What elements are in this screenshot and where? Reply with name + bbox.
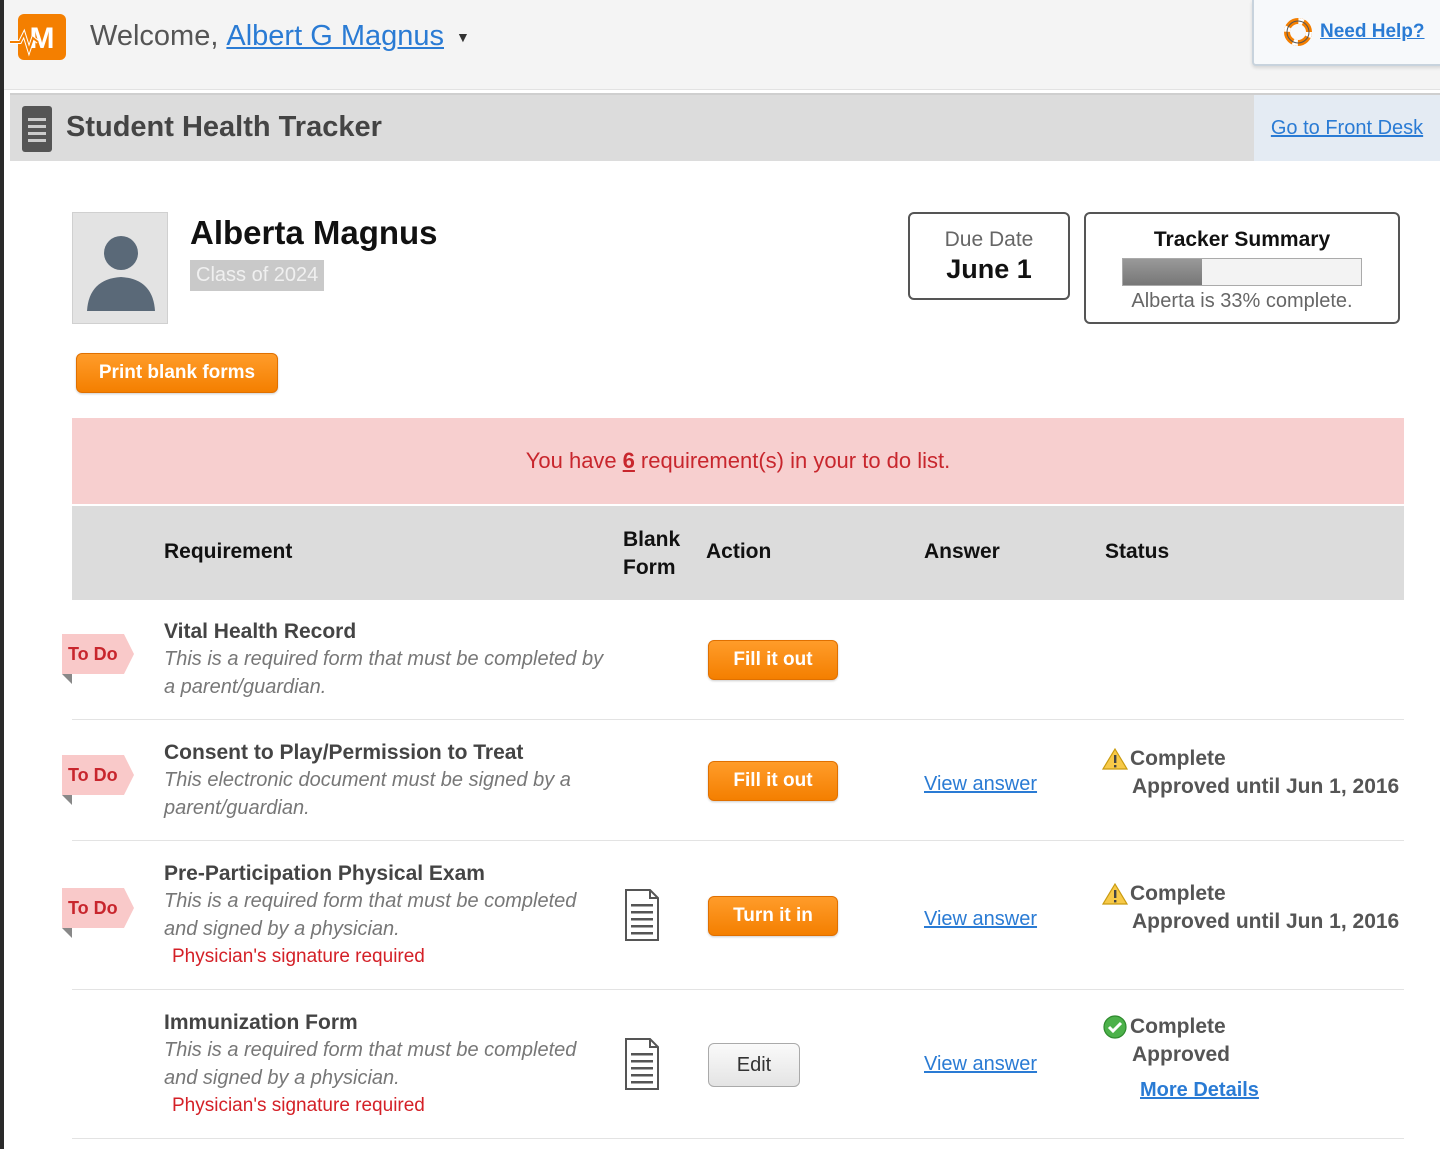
caret-down-icon[interactable]: ▼ xyxy=(456,29,470,45)
todo-alert-banner: You have 6 requirement(s) in your to do … xyxy=(72,418,1404,504)
requirement-description: This is a required form that must be com… xyxy=(164,1039,577,1089)
front-desk-link[interactable]: Go to Front Desk xyxy=(1271,117,1423,140)
need-help-link[interactable]: Need Help? xyxy=(1320,21,1425,43)
table-row: To Do Pre-Participation Physical Exam Th… xyxy=(62,842,1404,990)
view-answer-link[interactable]: View answer xyxy=(924,908,1037,931)
brand-logo-icon[interactable]: M xyxy=(10,12,68,64)
col-requirement: Requirement xyxy=(164,540,293,563)
col-blank-form-line1: Blank xyxy=(623,528,681,551)
alert-count[interactable]: 6 xyxy=(623,448,635,474)
signature-required-note: Physician's signature required xyxy=(172,1095,425,1116)
alert-suffix: requirement(s) in your to do list. xyxy=(640,448,951,473)
approval-text: Approved until Jun 1, 2016 xyxy=(1132,910,1400,933)
col-status: Status xyxy=(1105,540,1170,563)
progress-fill xyxy=(1123,259,1202,285)
requirement-description: This electronic document must be signed … xyxy=(164,769,571,819)
print-blank-forms-button[interactable]: Print blank forms xyxy=(76,353,278,393)
requirement-description: This is a required form that must be com… xyxy=(164,890,577,940)
user-menu-link[interactable]: Albert G Magnus xyxy=(226,20,444,53)
progress-text: Alberta is 33% complete. xyxy=(1131,290,1353,312)
table-row: To Do Consent to Play/Permission to Trea… xyxy=(62,721,1404,841)
warning-icon xyxy=(1102,747,1128,770)
tracker-summary-label: Tracker Summary xyxy=(1153,228,1331,251)
due-date-box: Due Date June 1 xyxy=(908,212,1070,300)
status-cell: Complete Approved until Jun 1, 2016 xyxy=(1102,880,1399,936)
requirement-title: Immunization Form xyxy=(164,1011,358,1034)
view-answer-link[interactable]: View answer xyxy=(924,1053,1037,1076)
blank-form-icon[interactable] xyxy=(624,888,660,942)
col-action: Action xyxy=(706,540,772,563)
status-cell: Complete Approved xyxy=(1102,1013,1230,1069)
app-window: M Welcome, Albert G Magnus ▼ Need Help? xyxy=(4,0,1440,1149)
alert-prefix: You have xyxy=(525,448,617,473)
due-date-label: Due Date xyxy=(944,228,1034,251)
class-badge: Class of 2024 xyxy=(190,260,325,291)
todo-tag: To Do xyxy=(62,888,134,938)
front-desk-panel: Go to Front Desk xyxy=(1254,95,1440,161)
welcome-prefix: Welcome, xyxy=(90,20,219,52)
requirements-table-header: Requirement Blank Form Action Answer Sta… xyxy=(72,506,1404,600)
fill-it-out-button[interactable]: Fill it out xyxy=(708,640,838,680)
requirement-title: Pre-Participation Physical Exam xyxy=(164,862,485,885)
user-silhouette-icon xyxy=(87,236,155,311)
fill-it-out-button[interactable]: Fill it out xyxy=(708,761,838,801)
requirement-description: This is a required form that must be com… xyxy=(164,648,604,698)
view-answer-link[interactable]: View answer xyxy=(924,773,1037,796)
status-text: Complete xyxy=(1130,882,1226,905)
signature-required-note: Physician's signature required xyxy=(172,946,425,967)
requirement-title: Vital Health Record xyxy=(164,620,357,643)
lifebuoy-icon xyxy=(1284,18,1312,46)
todo-tag: To Do xyxy=(62,755,134,805)
edit-button[interactable]: Edit xyxy=(708,1043,800,1087)
check-circle-icon xyxy=(1103,1015,1127,1039)
more-details-link[interactable]: More Details xyxy=(1140,1079,1259,1102)
todo-tag: To Do xyxy=(62,634,134,684)
blank-form-icon[interactable] xyxy=(624,1037,660,1091)
student-name: Alberta Magnus xyxy=(190,214,438,251)
page-title: Student Health Tracker xyxy=(66,111,382,143)
col-blank-form-line2: Form xyxy=(623,556,676,579)
welcome-message: Welcome, Albert G Magnus ▼ xyxy=(90,20,470,53)
warning-icon xyxy=(1102,882,1128,905)
col-answer: Answer xyxy=(924,540,1000,563)
status-cell: Complete Approved until Jun 1, 2016 xyxy=(1102,745,1399,801)
table-row: Immunization Form This is a required for… xyxy=(72,991,1404,1139)
status-text: Complete xyxy=(1130,747,1226,770)
avatar xyxy=(72,212,168,324)
tracker-document-icon xyxy=(22,106,52,152)
approval-text: Approved xyxy=(1132,1043,1231,1066)
col-blank-form: Blank Form xyxy=(623,526,680,582)
requirement-title: Consent to Play/Permission to Treat xyxy=(164,741,524,764)
approval-text: Approved until Jun 1, 2016 xyxy=(1132,775,1400,798)
due-date-value: June 1 xyxy=(946,254,1032,284)
status-text: Complete xyxy=(1130,1015,1226,1038)
progress-bar xyxy=(1122,258,1362,286)
top-bar: M Welcome, Albert G Magnus ▼ Need Help? xyxy=(4,0,1440,90)
turn-it-in-button[interactable]: Turn it in xyxy=(708,896,838,936)
table-row: To Do Vital Health Record This is a requ… xyxy=(62,600,1404,720)
tracker-summary-box: Tracker Summary Alberta is 33% complete. xyxy=(1084,212,1400,324)
help-panel: Need Help? xyxy=(1252,0,1440,66)
page-title-bar: Student Health Tracker Go to Front Desk xyxy=(10,93,1440,161)
